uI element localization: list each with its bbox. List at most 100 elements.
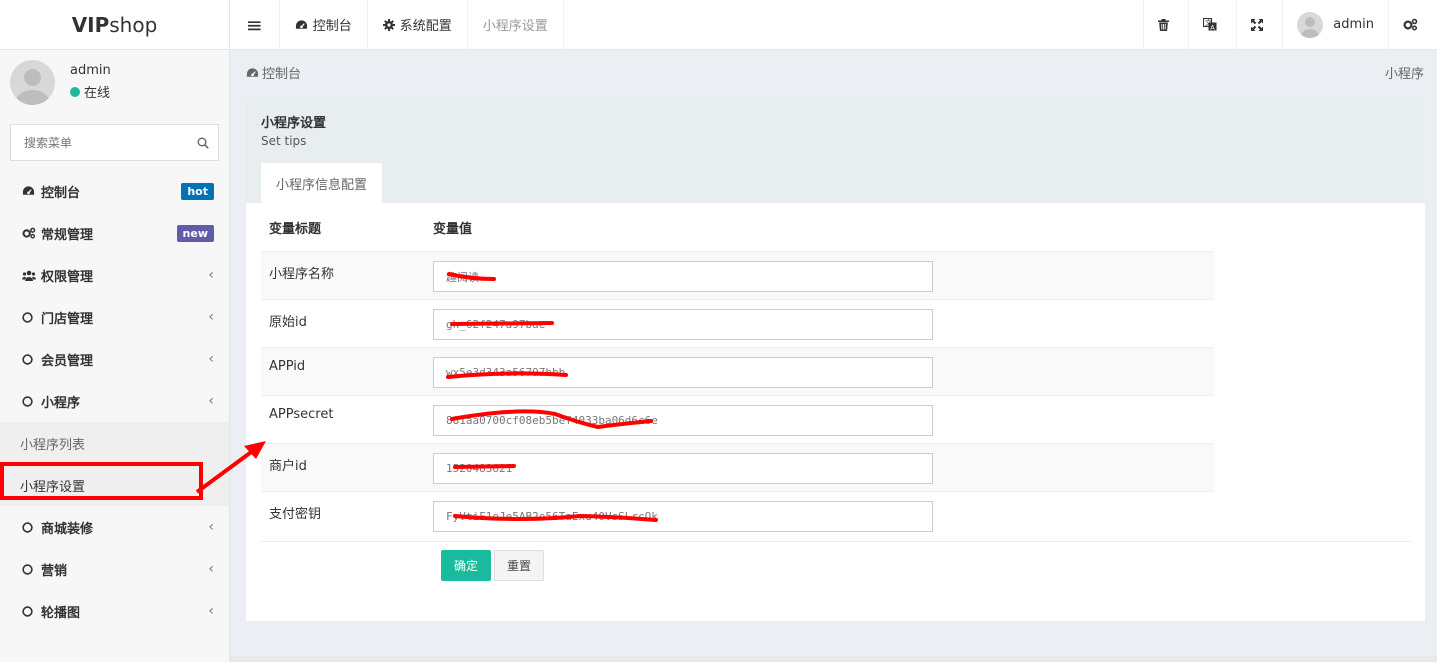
circle-icon — [22, 521, 33, 533]
panel-header: 小程序设置 Set tips 小程序信息配置 — [246, 97, 1425, 203]
sidebar-item-label: 营销 — [41, 563, 68, 579]
reset-button[interactable]: 重置 — [494, 550, 545, 581]
sidebar-item-members[interactable]: 会员管理 ‹ — [0, 338, 229, 380]
breadcrumb-current: 小程序 — [1384, 67, 1424, 82]
table-row: 原始id — [261, 299, 1214, 347]
sidebar-item-label: 轮播图 — [41, 605, 81, 621]
tab-miniprogram-settings[interactable]: 小程序设置 — [468, 0, 564, 49]
user-name: admin — [70, 63, 111, 78]
table-row: APPsecret — [261, 395, 1214, 443]
payment-key-field[interactable] — [433, 501, 933, 532]
page-title: 小程序设置 — [261, 116, 327, 131]
sidebar-item-label: 会员管理 — [41, 353, 94, 369]
language-button[interactable]: 文A — [1188, 0, 1236, 49]
table-header: 变量标题 变量值 — [261, 203, 1214, 251]
circle-icon — [22, 563, 33, 575]
page-subtitle: Set tips — [261, 134, 307, 148]
translate-icon: 文A — [1203, 18, 1217, 31]
row-label: 原始id — [269, 315, 307, 330]
sidebar-menu: 控制台 hot 常规管理 new 权限管理 ‹ 门店管理 ‹ 会员管理 ‹ 小程… — [0, 170, 229, 632]
circle-icon — [22, 395, 33, 407]
search-icon — [197, 137, 209, 149]
brand-light: shop — [109, 12, 158, 37]
avatar — [10, 59, 55, 105]
fullscreen-button[interactable] — [1236, 0, 1282, 49]
users-icon — [22, 270, 36, 281]
sidebar-item-label: 权限管理 — [41, 269, 94, 285]
hamburger-icon: ≡ — [246, 12, 263, 37]
clear-cache-button[interactable] — [1143, 0, 1188, 49]
sidebar-item-dashboard[interactable]: 控制台 hot — [0, 170, 229, 212]
search-button[interactable] — [188, 137, 218, 149]
tab-system-config[interactable]: 系统配置 — [368, 0, 468, 49]
sidebar-item-label: 控制台 — [41, 185, 81, 201]
search-input[interactable] — [24, 135, 188, 150]
miniprogram-name-field[interactable] — [433, 261, 933, 292]
breadcrumb-home-link[interactable]: 控制台 — [262, 63, 301, 82]
settings-button[interactable] — [1388, 0, 1437, 49]
brand-bold: VIP — [71, 12, 110, 37]
cogs-icon — [22, 227, 36, 239]
menu-toggle-button[interactable]: ≡ — [230, 0, 280, 49]
merchant-id-field[interactable] — [433, 453, 933, 484]
row-label: APPid — [269, 359, 306, 374]
appsecret-field[interactable] — [433, 405, 933, 436]
sidebar-item-permissions[interactable]: 权限管理 ‹ — [0, 254, 229, 296]
sidebar-item-label: 小程序列表 — [20, 437, 86, 453]
chevron-left-icon: ‹ — [208, 309, 214, 325]
dashboard-icon — [22, 186, 35, 195]
sidebar-item-carousel[interactable]: 轮播图 ‹ — [0, 590, 229, 632]
user-menu[interactable]: admin — [1282, 0, 1388, 49]
trash-icon — [1158, 18, 1170, 31]
sidebar-item-mall-decoration[interactable]: 商城装修 ‹ — [0, 506, 229, 548]
sidebar-item-marketing[interactable]: 营销 ‹ — [0, 548, 229, 590]
menu-search — [10, 124, 219, 161]
dashboard-icon — [246, 67, 259, 77]
online-dot-icon — [70, 86, 80, 97]
sidebar-item-label: 门店管理 — [41, 311, 94, 327]
gear-icon — [382, 18, 395, 31]
row-label: APPsecret — [269, 407, 334, 422]
avatar — [1297, 11, 1324, 38]
tab-dashboard[interactable]: 控制台 — [280, 0, 368, 49]
sidebar-item-label: 商城装修 — [41, 521, 94, 537]
tab-miniprogram-info[interactable]: 小程序信息配置 — [261, 163, 383, 203]
chevron-left-icon: ‹ — [208, 519, 214, 535]
svg-text:A: A — [1211, 23, 1216, 31]
row-label: 小程序名称 — [269, 267, 335, 282]
footer-bar — [230, 656, 1437, 662]
circle-icon — [22, 311, 33, 323]
original-id-field[interactable] — [433, 309, 933, 340]
user-panel: admin 在线 — [0, 50, 229, 114]
brand-logo[interactable]: VIP shop — [0, 0, 230, 50]
chevron-left-icon: ‹ — [208, 267, 214, 283]
table-row: APPid — [261, 347, 1214, 395]
sidebar-item-miniprogram[interactable]: 小程序 ‹ — [0, 380, 229, 422]
hot-badge: hot — [181, 182, 214, 200]
confirm-button[interactable]: 确定 — [441, 550, 492, 581]
tab-label: 系统配置 — [399, 19, 452, 34]
sidebar: admin 在线 控制台 hot 常规管理 new 权限管理 ‹ — [0, 50, 230, 662]
chevron-left-icon: ‹ — [208, 393, 214, 409]
sidebar-subitem-miniprogram-list[interactable]: 小程序列表 — [0, 422, 229, 464]
form-actions: 确定 重置 — [261, 541, 1411, 581]
sidebar-item-general[interactable]: 常规管理 new — [0, 212, 229, 254]
appid-field[interactable] — [433, 357, 933, 388]
circle-icon — [22, 353, 33, 365]
fullscreen-icon — [1251, 18, 1264, 31]
circle-icon — [22, 605, 33, 617]
sidebar-item-label: 小程序 — [41, 395, 81, 411]
table-row: 小程序名称 — [261, 251, 1214, 299]
row-label: 商户id — [269, 459, 307, 474]
tab-label: 小程序信息配置 — [276, 177, 368, 193]
annotation-highlight-box — [0, 462, 203, 500]
tab-label: 小程序设置 — [482, 19, 548, 34]
cogs-icon — [1403, 18, 1418, 31]
user-name: admin — [1333, 17, 1374, 32]
top-navbar: ≡ 控制台 系统配置 小程序设置 文A admin — [230, 0, 1437, 50]
table-row: 商户id — [261, 443, 1214, 491]
sidebar-item-label: 常规管理 — [41, 227, 94, 243]
column-header-value: 变量值 — [433, 221, 473, 237]
settings-panel: 小程序设置 Set tips 小程序信息配置 变量标题 变量值 小程序名称 原始… — [246, 97, 1425, 621]
sidebar-item-stores[interactable]: 门店管理 ‹ — [0, 296, 229, 338]
